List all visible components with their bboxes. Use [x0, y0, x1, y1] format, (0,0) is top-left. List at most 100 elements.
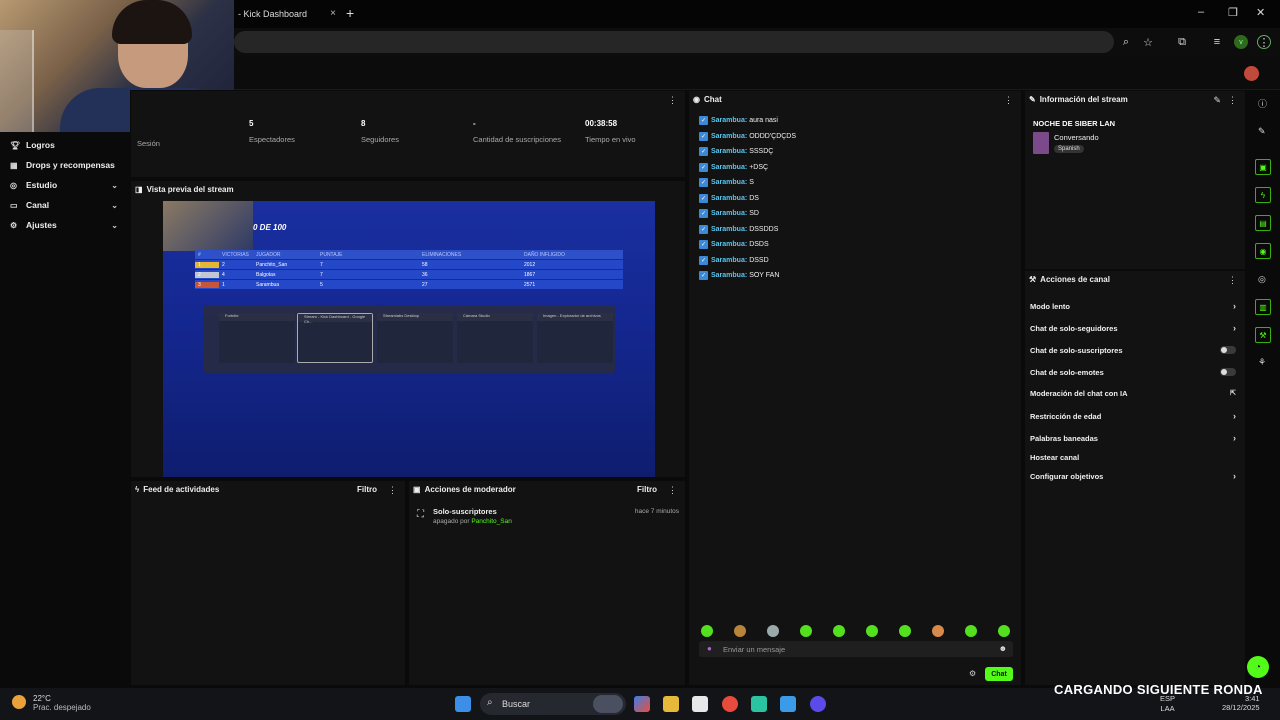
microphone-icon[interactable]: ●	[707, 644, 712, 653]
emote-button[interactable]	[701, 625, 713, 637]
app-icon[interactable]	[780, 696, 796, 712]
info-icon[interactable]: ⓘ	[1258, 97, 1267, 110]
edit-icon[interactable]: ✎	[1213, 95, 1221, 106]
channel-action-followers-only[interactable]: Chat de solo-seguidores ›	[1030, 321, 1240, 335]
chat-username[interactable]: Sarambua:	[711, 257, 747, 264]
stream-video[interactable]: 0 DE 100 # VICTORIAS JUGADOR PUNTAJE ELI…	[163, 201, 655, 477]
chat-send-button[interactable]: Chat	[985, 667, 1013, 681]
emoji-icon[interactable]: ☻	[999, 644, 1007, 653]
browser-menu-icon[interactable]: ⋮	[1257, 35, 1271, 49]
external-link-icon: ⇱	[1230, 390, 1236, 397]
rail-tool-icon[interactable]: ▣	[1255, 159, 1271, 175]
emote-button[interactable]	[998, 625, 1010, 637]
new-tab-button[interactable]: +	[346, 5, 354, 21]
file-explorer-icon[interactable]	[663, 696, 679, 712]
profile-icon[interactable]: v	[1234, 35, 1248, 49]
stream-title: NOCHE DE SIBER LAN	[1033, 119, 1116, 128]
chat-icon[interactable]: ◉	[1255, 243, 1271, 259]
subscribers-only-toggle[interactable]	[1220, 346, 1236, 354]
more-options-icon[interactable]: ⋮	[1004, 95, 1013, 106]
layout-icon[interactable]: ▥	[1255, 299, 1271, 315]
emote-button[interactable]	[767, 625, 779, 637]
store-icon[interactable]	[692, 696, 708, 712]
emote-button[interactable]	[932, 625, 944, 637]
extensions-icon[interactable]: ⧉	[1175, 35, 1189, 49]
emote-button[interactable]	[833, 625, 845, 637]
chat-username[interactable]: Sarambua:	[711, 226, 747, 233]
more-options-icon[interactable]: ⋮	[388, 485, 397, 496]
tab-close-icon[interactable]: ×	[330, 8, 336, 19]
more-options-icon[interactable]: ⋮	[1228, 275, 1237, 286]
sidebar-item-drops[interactable]: ▦ Drops y recompensas	[10, 156, 122, 174]
activity-feed-panel: ϟ Feed de actividades Filtro ⋮	[130, 480, 406, 686]
emotes-only-toggle[interactable]	[1220, 368, 1236, 376]
user-avatar[interactable]	[1244, 66, 1259, 81]
zoom-icon[interactable]: ⌕	[1119, 35, 1133, 49]
taskbar-search[interactable]: ⌕ Buscar	[480, 693, 626, 715]
mod-action-user[interactable]: Panchito_San	[471, 518, 511, 525]
sidebar-item-ajustes[interactable]: ⚙ Ajustes ⌄	[10, 216, 122, 234]
taskbar-clock[interactable]: 3:41 28/12/2025	[1222, 694, 1260, 712]
channel-action-slow-mode[interactable]: Modo lento ›	[1030, 299, 1240, 313]
more-options-icon[interactable]: ⋮	[668, 485, 677, 496]
broadcast-icon[interactable]: ◎	[1258, 274, 1266, 285]
sidebar-item-canal[interactable]: ▭ Canal ⌄	[10, 196, 122, 214]
channel-action-goals[interactable]: Configurar objetivos ›	[1030, 469, 1240, 483]
chat-username[interactable]: Sarambua:	[711, 272, 747, 279]
browser-tab[interactable]: - Kick Dashboard ×	[234, 3, 340, 25]
sidebar-item-estudio[interactable]: ◎ Estudio ⌄	[10, 176, 122, 194]
windows-start-icon[interactable]	[455, 696, 471, 712]
emote-button[interactable]	[800, 625, 812, 637]
filter-button[interactable]: Filtro	[637, 485, 657, 494]
window-thumbnail-title: Imagen - Explorador de archivos	[537, 313, 613, 321]
chat-username[interactable]: Sarambua:	[711, 117, 747, 124]
chat-username[interactable]: Sarambua:	[711, 241, 747, 248]
bolt-icon[interactable]: ϟ	[1255, 187, 1271, 203]
weather-widget[interactable]: 22°C Prac. despejado	[33, 694, 91, 712]
wrench-icon[interactable]: ⚒	[1255, 327, 1271, 343]
chat-text: DSSDDS	[749, 225, 779, 233]
chat-username[interactable]: Sarambua:	[711, 148, 747, 155]
pencil-icon[interactable]: ✎	[1258, 126, 1266, 137]
chat-username[interactable]: Sarambua:	[711, 133, 747, 140]
streamlabs-icon[interactable]	[751, 696, 767, 712]
chat-username[interactable]: Sarambua:	[711, 195, 747, 202]
gear-icon: ⚙	[10, 220, 18, 230]
document-icon[interactable]: ▤	[1255, 215, 1271, 231]
scoreboard-row: 3 1 Sarambua 5 27 2571	[195, 280, 623, 289]
chrome-icon[interactable]	[722, 696, 738, 712]
chat-settings-icon[interactable]: ⚙	[969, 669, 976, 678]
more-options-icon[interactable]: ⋮	[1228, 95, 1237, 106]
chat-username[interactable]: Sarambua:	[711, 164, 747, 171]
channel-action-host[interactable]: Hostear canal	[1030, 450, 1240, 464]
chat-username[interactable]: Sarambua:	[711, 179, 747, 186]
emote-button[interactable]	[899, 625, 911, 637]
channel-action-age-restriction[interactable]: Restricción de edad ›	[1030, 409, 1240, 423]
chat-username[interactable]: Sarambua:	[711, 210, 747, 217]
score-cell: 36	[422, 271, 428, 278]
stream-category[interactable]: Conversando	[1054, 133, 1099, 142]
score-header: ELIMINACIONES	[422, 251, 462, 258]
channel-action-ai-moderation[interactable]: Moderación del chat con IA ⇱	[1030, 386, 1240, 400]
media-control-icon[interactable]: ≡	[1210, 35, 1224, 49]
filter-button[interactable]: Filtro	[357, 485, 377, 494]
minimize-button[interactable]: –	[1198, 6, 1204, 18]
emote-button[interactable]	[866, 625, 878, 637]
share-icon[interactable]: ⚘	[1258, 357, 1266, 368]
bookmark-star-icon[interactable]: ☆	[1141, 35, 1155, 49]
obs-icon[interactable]	[810, 696, 826, 712]
chat-input[interactable]: ● Enviar un mensaje ☻	[699, 641, 1013, 657]
close-window-button[interactable]: ✕	[1256, 6, 1265, 19]
emote-button[interactable]	[734, 625, 746, 637]
language-indicator[interactable]: ESP LAA	[1160, 694, 1175, 714]
url-field[interactable]	[234, 31, 1114, 53]
help-chat-button[interactable]: ◔	[1247, 656, 1269, 678]
maximize-button[interactable]: ❐	[1228, 6, 1238, 19]
copilot-icon[interactable]	[634, 696, 650, 712]
mod-action-name: Solo-suscriptores	[433, 507, 497, 516]
more-options-icon[interactable]: ⋮	[668, 95, 677, 106]
emote-button[interactable]	[965, 625, 977, 637]
channel-action-banned-words[interactable]: Palabras baneadas ›	[1030, 431, 1240, 445]
score-header: PUNTAJE	[320, 251, 343, 258]
sidebar-item-logros[interactable]: 🏆︎ Logros	[10, 136, 122, 154]
